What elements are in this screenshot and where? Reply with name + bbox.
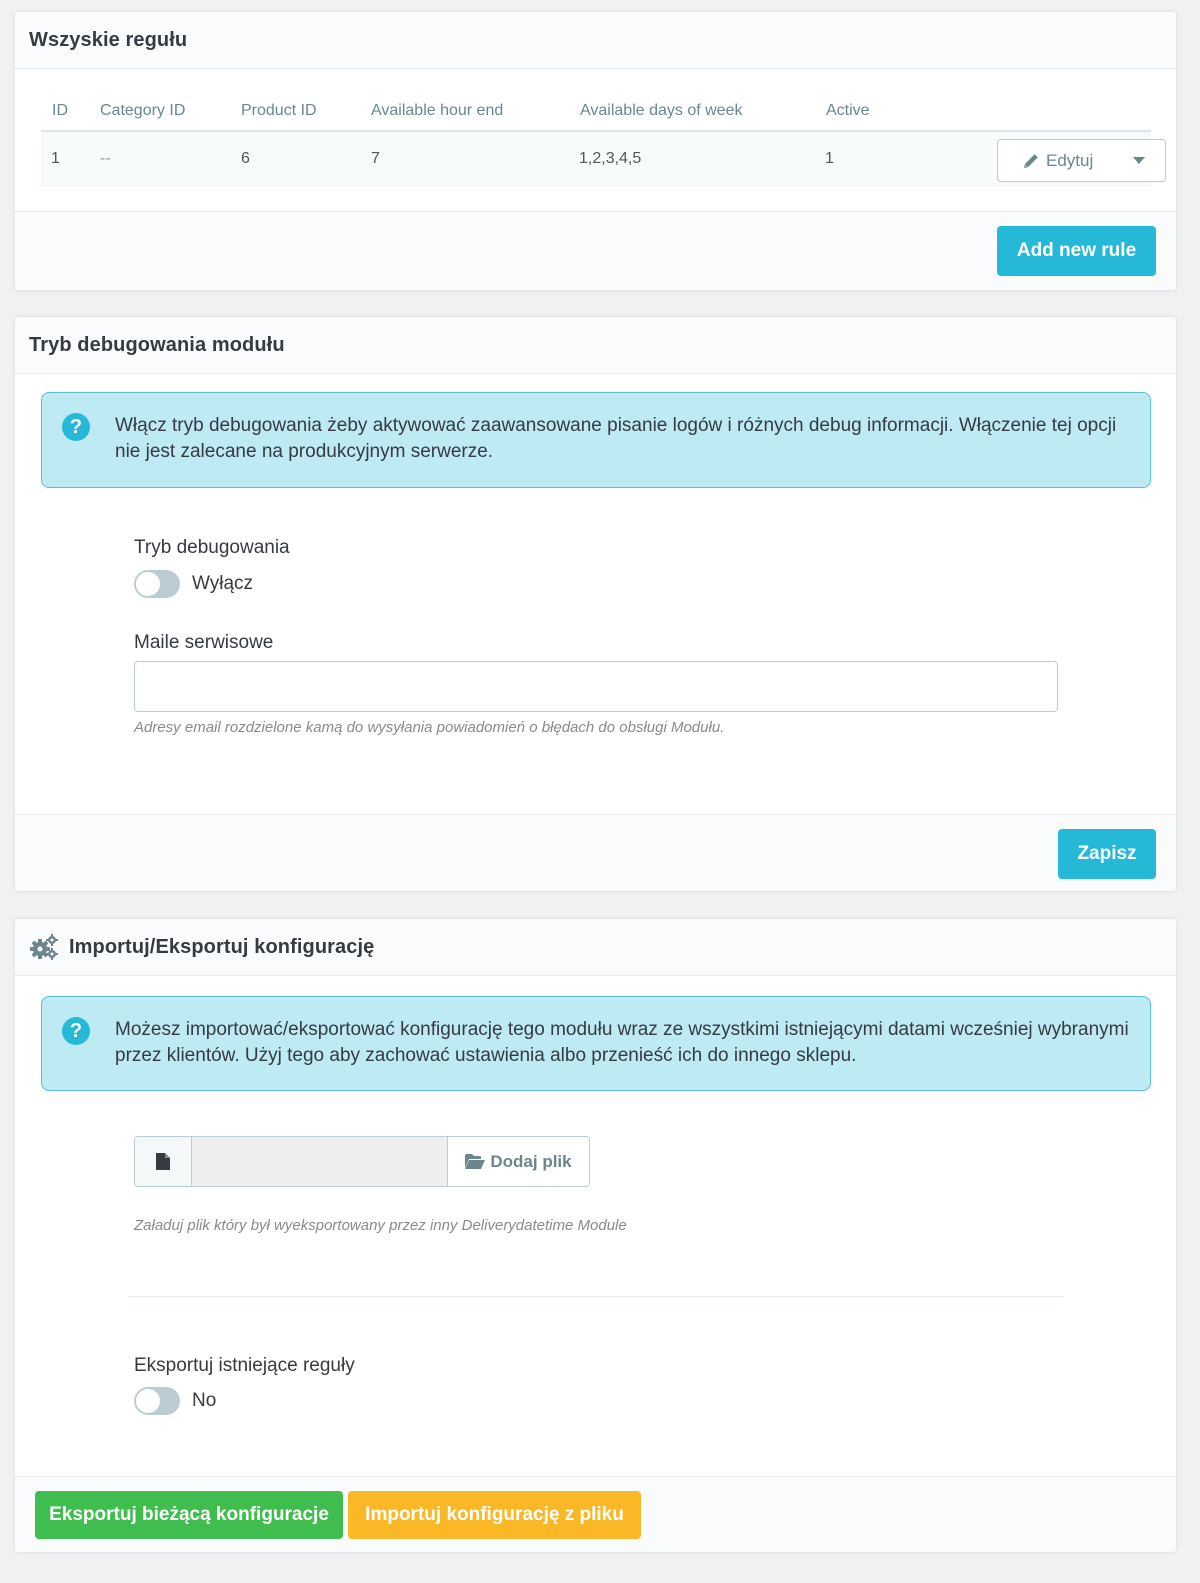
rules-panel: Wszyskie regułu ID Category ID Product I…: [15, 12, 1176, 290]
service-emails-input[interactable]: [134, 661, 1058, 712]
debug-panel-footer: Zapisz: [15, 814, 1176, 891]
import-export-panel-footer: Eksportuj bieżącą konfiguracje Importuj …: [15, 1476, 1176, 1552]
debug-panel-title: Tryb debugowania modułu: [15, 317, 1176, 374]
question-circle-icon: ?: [62, 413, 90, 441]
col-id: ID: [52, 102, 68, 119]
col-days: Available days of week: [580, 102, 743, 119]
file-name-field[interactable]: [192, 1137, 448, 1186]
cogs-icon: [30, 934, 58, 960]
service-emails-help: Adresy email rozdzielone kamą do wysyłan…: [134, 719, 725, 736]
edit-button-group[interactable]: Edytuj: [997, 139, 1166, 182]
cell-id: 1: [51, 149, 60, 167]
cell-days: 1,2,3,4,5: [579, 149, 642, 167]
form-divider: [128, 1296, 1064, 1297]
cell-category-id: --: [100, 149, 111, 167]
export-rules-state: No: [192, 1390, 217, 1411]
service-emails-label: Maile serwisowe: [134, 632, 274, 653]
import-info-alert: ? Możesz importować/eksportować konfigur…: [41, 996, 1151, 1091]
col-active: Active: [826, 102, 870, 119]
folder-open-icon: [465, 1154, 486, 1169]
file-help: Załaduj plik który był wyeksportowany pr…: [134, 1217, 627, 1234]
col-product-id: Product ID: [241, 102, 317, 119]
import-alert-text: Możesz importować/eksportować konfigurac…: [115, 1019, 1129, 1066]
debug-panel: Tryb debugowania modułu ? Włącz tryb deb…: [15, 317, 1176, 891]
file-addon: [135, 1137, 192, 1186]
import-export-panel-heading: Importuj/Eksportuj konfigurację: [15, 919, 1176, 976]
debug-mode-label: Tryb debugowania: [134, 537, 290, 558]
add-new-rule-button[interactable]: Add new rule: [997, 226, 1156, 276]
cell-product-id: 6: [241, 149, 250, 167]
add-file-button[interactable]: Dodaj plik: [448, 1137, 589, 1186]
edit-button[interactable]: Edytuj: [1046, 151, 1093, 171]
file-upload-group: Dodaj plik: [134, 1136, 590, 1187]
col-category-id: Category ID: [100, 102, 186, 119]
debug-mode-state: Wyłącz: [192, 573, 254, 594]
caret-down-icon[interactable]: [1133, 157, 1145, 164]
debug-alert-text: Włącz tryb debugowania żeby aktywować za…: [115, 415, 1117, 462]
question-circle-icon: ?: [62, 1017, 90, 1045]
export-config-button[interactable]: Eksportuj bieżącą konfiguracje: [35, 1491, 343, 1539]
table-row: 1 -- 6 7 1,2,3,4,5 1 Edytuj: [41, 132, 1166, 186]
import-config-button[interactable]: Importuj konfigurację z pliku: [348, 1491, 641, 1539]
debug-mode-toggle[interactable]: [134, 570, 180, 598]
debug-info-alert: ? Włącz tryb debugowania żeby aktywować …: [41, 392, 1151, 488]
import-export-panel-title: Importuj/Eksportuj konfigurację: [69, 935, 375, 958]
toggle-knob: [135, 571, 161, 597]
toggle-knob: [135, 1388, 161, 1414]
col-hour-end: Available hour end: [371, 102, 504, 119]
cell-hour-end: 7: [371, 149, 380, 167]
export-rules-toggle[interactable]: [134, 1387, 180, 1415]
cell-active: 1: [825, 149, 834, 167]
export-rules-label: Eksportuj istniejące reguły: [134, 1355, 355, 1376]
rules-table: ID Category ID Product ID Available hour…: [41, 92, 1166, 186]
file-icon: [156, 1153, 170, 1170]
import-export-panel: Importuj/Eksportuj konfigurację ? Możesz…: [15, 919, 1176, 1552]
add-file-label: Dodaj plik: [490, 1151, 572, 1171]
pencil-icon: [1023, 153, 1038, 168]
table-header: ID Category ID Product ID Available hour…: [41, 92, 1151, 132]
save-button[interactable]: Zapisz: [1058, 829, 1156, 879]
rules-panel-footer: Add new rule: [15, 211, 1176, 290]
rules-panel-title: Wszyskie regułu: [15, 12, 1176, 69]
